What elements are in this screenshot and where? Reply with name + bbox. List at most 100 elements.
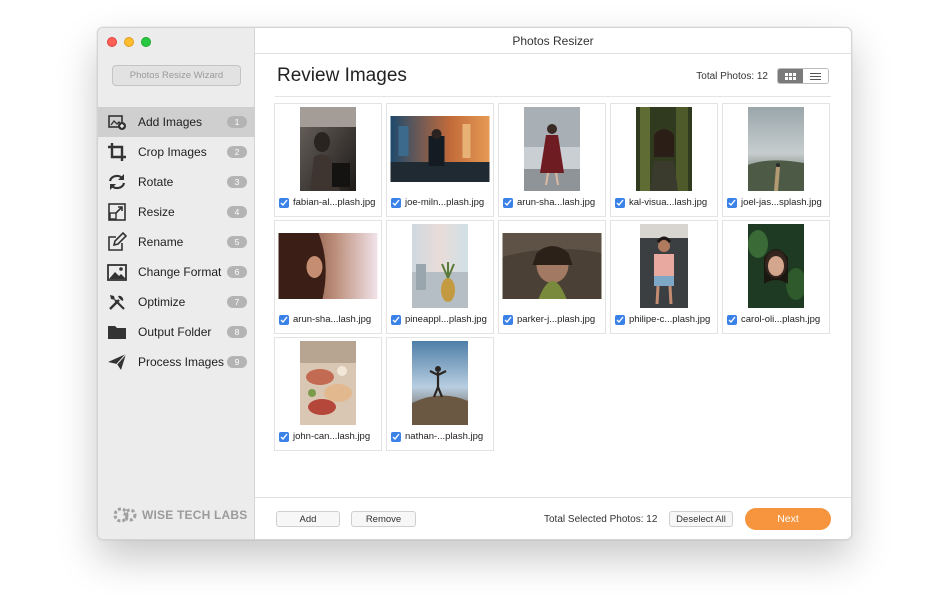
photo-filename: kal-visua...lash.jpg xyxy=(629,197,708,208)
photo-tile[interactable]: pineappl...plash.jpg xyxy=(386,220,494,334)
wizard-button[interactable]: Photos Resize Wizard xyxy=(112,65,241,86)
grid-icon xyxy=(785,72,796,80)
step-output-folder[interactable]: Output Folder 8 xyxy=(98,317,255,347)
main-panel: Review Images Total Photos: 12 fabian-al… xyxy=(255,54,851,497)
photo-tile[interactable]: nathan-...plash.jpg xyxy=(386,337,494,451)
sidebar: Photos Resize Wizard Add Images 1 Crop I… xyxy=(98,28,255,539)
photo-thumbnail xyxy=(278,233,378,299)
step-process-images[interactable]: Process Images 9 xyxy=(98,347,255,377)
photo-tile[interactable]: carol-oli...plash.jpg xyxy=(722,220,830,334)
photo-checkbox[interactable] xyxy=(615,197,625,208)
photo-tile[interactable]: john-can...lash.jpg xyxy=(274,337,382,451)
photo-checkbox[interactable] xyxy=(503,197,513,208)
photo-filename: parker-j...plash.jpg xyxy=(517,314,596,325)
step-label: Change Format xyxy=(138,265,222,279)
list-view-button[interactable] xyxy=(803,69,828,83)
step-label: Add Images xyxy=(138,115,203,129)
window-title: Photos Resizer xyxy=(255,28,851,54)
tools-icon xyxy=(107,292,127,312)
photo-tile[interactable]: kal-visua...lash.jpg xyxy=(610,103,718,217)
divider xyxy=(275,96,831,97)
photo-checkbox[interactable] xyxy=(391,431,401,442)
step-number-badge: 4 xyxy=(227,206,247,218)
step-rename[interactable]: Rename 5 xyxy=(98,227,255,257)
step-resize[interactable]: Resize 4 xyxy=(98,197,255,227)
photo-caption: nathan-...plash.jpg xyxy=(391,431,491,442)
remove-button[interactable]: Remove xyxy=(351,511,416,527)
view-toggle xyxy=(777,68,829,84)
step-label: Rotate xyxy=(138,175,174,189)
send-icon xyxy=(107,352,127,372)
photo-tile[interactable]: fabian-al...plash.jpg xyxy=(274,103,382,217)
photo-filename: philipe-c...plash.jpg xyxy=(629,314,711,325)
step-number-badge: 9 xyxy=(227,356,247,368)
photo-thumbnail xyxy=(390,116,490,182)
photo-checkbox[interactable] xyxy=(615,314,625,325)
photo-tile[interactable]: philipe-c...plash.jpg xyxy=(610,220,718,334)
step-crop-images[interactable]: Crop Images 2 xyxy=(98,137,255,167)
brand-logo: WISE TECH LABS xyxy=(113,505,247,525)
photo-checkbox[interactable] xyxy=(391,197,401,208)
photo-checkbox[interactable] xyxy=(279,197,289,208)
list-icon xyxy=(810,72,821,80)
image-format-icon xyxy=(107,262,127,282)
photo-checkbox[interactable] xyxy=(503,314,513,325)
footer-bar: Add Remove Total Selected Photos: 12 Des… xyxy=(255,497,851,539)
photo-checkbox[interactable] xyxy=(727,197,737,208)
photo-caption: joel-jas...splash.jpg xyxy=(727,197,827,208)
step-number-badge: 1 xyxy=(227,116,247,128)
photo-thumbnail xyxy=(412,224,468,308)
photo-checkbox[interactable] xyxy=(391,314,401,325)
grid-view-button[interactable] xyxy=(778,69,803,83)
photo-tile[interactable]: joe-miln...plash.jpg xyxy=(386,103,494,217)
photo-tile[interactable]: arun-sha...lash.jpg xyxy=(274,220,382,334)
step-change-format[interactable]: Change Format 6 xyxy=(98,257,255,287)
photo-caption: carol-oli...plash.jpg xyxy=(727,314,827,325)
step-optimize[interactable]: Optimize 7 xyxy=(98,287,255,317)
step-label: Rename xyxy=(138,235,184,249)
photo-tile[interactable]: parker-j...plash.jpg xyxy=(498,220,606,334)
photo-filename: john-can...lash.jpg xyxy=(293,431,371,442)
folder-icon xyxy=(107,322,127,342)
step-number-badge: 3 xyxy=(227,176,247,188)
step-rotate[interactable]: Rotate 3 xyxy=(98,167,255,197)
rotate-icon xyxy=(107,172,127,192)
step-label: Optimize xyxy=(138,295,186,309)
photo-thumbnail xyxy=(412,341,468,425)
brand-name: WISE TECH LABS xyxy=(142,508,248,522)
deselect-all-button[interactable]: Deselect All xyxy=(669,511,733,527)
photo-filename: pineappl...plash.jpg xyxy=(405,314,487,325)
brand-gears-icon xyxy=(113,507,137,523)
photo-thumbnail xyxy=(748,224,804,308)
wizard-steps: Add Images 1 Crop Images 2 Rotate 3 Resi… xyxy=(98,107,255,377)
photo-checkbox[interactable] xyxy=(279,314,289,325)
photo-thumbnail xyxy=(524,107,580,191)
photo-caption: pineappl...plash.jpg xyxy=(391,314,491,325)
photo-filename: joel-jas...splash.jpg xyxy=(741,197,822,208)
next-button[interactable]: Next xyxy=(745,508,831,530)
photo-caption: parker-j...plash.jpg xyxy=(503,314,603,325)
photo-caption: philipe-c...plash.jpg xyxy=(615,314,715,325)
close-window-button[interactable] xyxy=(107,37,117,47)
step-add-images[interactable]: Add Images 1 xyxy=(98,107,255,137)
photo-checkbox[interactable] xyxy=(727,314,737,325)
total-photos-label: Total Photos: 12 xyxy=(696,71,768,82)
add-images-icon xyxy=(107,112,127,132)
photo-filename: arun-sha...lash.jpg xyxy=(517,197,596,208)
photo-tile[interactable]: joel-jas...splash.jpg xyxy=(722,103,830,217)
photo-caption: arun-sha...lash.jpg xyxy=(279,314,379,325)
photo-thumbnail xyxy=(748,107,804,191)
photo-filename: nathan-...plash.jpg xyxy=(405,431,484,442)
photo-checkbox[interactable] xyxy=(279,431,289,442)
photo-grid: fabian-al...plash.jpg joe-miln...plash.j… xyxy=(274,103,831,453)
photo-tile[interactable]: arun-sha...lash.jpg xyxy=(498,103,606,217)
minimize-window-button[interactable] xyxy=(124,37,134,47)
add-button[interactable]: Add xyxy=(276,511,340,527)
zoom-window-button[interactable] xyxy=(141,37,151,47)
photo-caption: fabian-al...plash.jpg xyxy=(279,197,379,208)
photo-caption: joe-miln...plash.jpg xyxy=(391,197,491,208)
photo-filename: arun-sha...lash.jpg xyxy=(293,314,372,325)
photo-caption: kal-visua...lash.jpg xyxy=(615,197,715,208)
step-number-badge: 6 xyxy=(227,266,247,278)
photo-filename: carol-oli...plash.jpg xyxy=(741,314,821,325)
